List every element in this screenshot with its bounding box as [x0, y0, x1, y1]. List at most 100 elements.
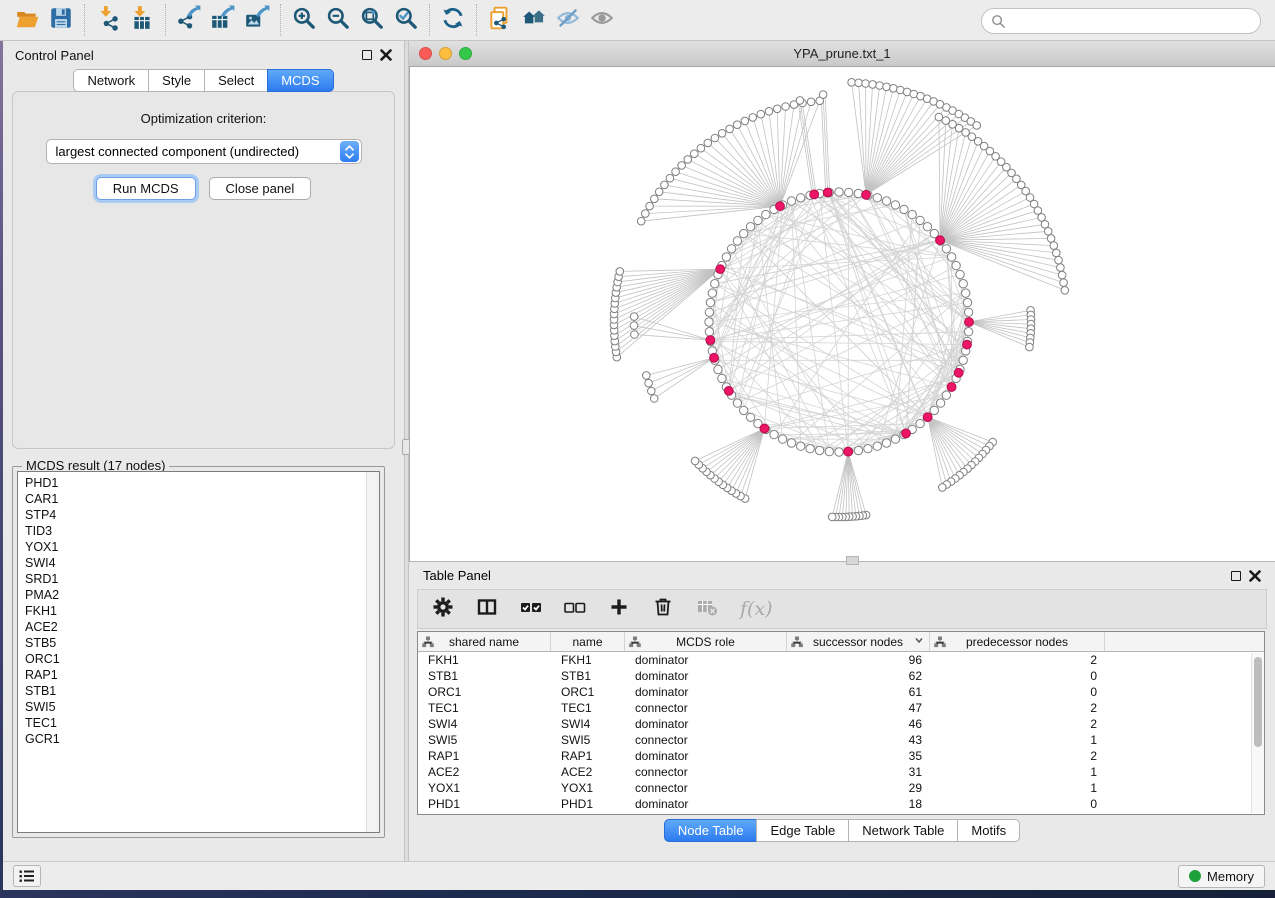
tab-mcds[interactable]: MCDS — [267, 69, 333, 92]
maximize-window-icon[interactable] — [459, 47, 472, 60]
table-cell: 1 — [930, 732, 1105, 748]
mcds-result-item[interactable]: SWI5 — [25, 699, 379, 715]
tab-network-table[interactable]: Network Table — [848, 819, 958, 842]
mcds-result-item[interactable]: ACE2 — [25, 619, 379, 635]
mcds-result-item[interactable]: RAP1 — [25, 667, 379, 683]
table-row[interactable]: SWI5SWI5connector431 — [418, 732, 1264, 748]
column-header-successor-nodes[interactable]: successor nodes — [787, 632, 930, 651]
hide-selected-button[interactable] — [551, 4, 585, 36]
zoom-fit-button[interactable] — [355, 4, 389, 36]
tab-network[interactable]: Network — [73, 69, 149, 92]
mcds-result-list[interactable]: PHD1CAR1STP4TID3YOX1SWI4SRD1PMA2FKH1ACE2… — [17, 471, 380, 833]
mcds-result-item[interactable]: ORC1 — [25, 651, 379, 667]
network-window: YPA_prune.txt_1 — [409, 41, 1275, 561]
task-history-button[interactable] — [13, 865, 41, 887]
column-header-predecessor-nodes[interactable]: predecessor nodes — [930, 632, 1105, 651]
table-row[interactable]: STB1STB1dominator620 — [418, 668, 1264, 684]
table-row[interactable]: YOX1YOX1connector291 — [418, 780, 1264, 796]
open-file-icon — [14, 5, 40, 36]
split-view-icon — [476, 596, 498, 623]
control-panel-title: Control Panel — [15, 48, 94, 63]
tab-node-table[interactable]: Node Table — [664, 819, 758, 842]
show-all-button[interactable] — [585, 4, 619, 36]
table-settings-button[interactable] — [432, 597, 454, 621]
mcds-result-item[interactable]: SRD1 — [25, 571, 379, 587]
export-table-button[interactable] — [206, 4, 240, 36]
table-scrollbar[interactable] — [1251, 653, 1264, 813]
close-window-icon[interactable] — [419, 47, 432, 60]
network-canvas[interactable] — [409, 67, 1275, 561]
minimize-window-icon[interactable] — [439, 47, 452, 60]
close-panel-icon[interactable] — [380, 49, 392, 61]
mcds-result-item[interactable]: PMA2 — [25, 587, 379, 603]
table-cell: connector — [625, 764, 787, 780]
table-row[interactable]: FKH1FKH1dominator962 — [418, 652, 1264, 668]
result-list-scrollbar[interactable] — [366, 472, 379, 832]
mcds-result-item[interactable]: FKH1 — [25, 603, 379, 619]
tab-select[interactable]: Select — [204, 69, 268, 92]
import-network-button[interactable] — [91, 4, 125, 36]
table-scrollbar-thumb[interactable] — [1254, 657, 1262, 747]
mcds-result-item[interactable]: SWI4 — [25, 555, 379, 571]
delete-column-button[interactable] — [652, 597, 674, 621]
save-session-button[interactable] — [44, 4, 78, 36]
unselect-all-rows-button[interactable] — [564, 597, 586, 621]
first-neighbors-button[interactable] — [517, 4, 551, 36]
table-row[interactable]: ACE2ACE2connector311 — [418, 764, 1264, 780]
mcds-result-item[interactable]: STB5 — [25, 635, 379, 651]
float-table-panel-icon[interactable] — [1231, 571, 1241, 581]
close-panel-button[interactable]: Close panel — [209, 177, 312, 200]
mcds-result-item[interactable]: GCR1 — [25, 731, 379, 747]
zoom-out-button[interactable] — [321, 4, 355, 36]
criterion-select[interactable]: largest connected component (undirected) — [46, 139, 362, 164]
table-row[interactable]: TEC1TEC1connector472 — [418, 700, 1264, 716]
mcds-result-item[interactable]: TEC1 — [25, 715, 379, 731]
column-header-shared-name[interactable]: shared name — [418, 632, 551, 651]
table-cell: 0 — [930, 684, 1105, 700]
network-titlebar[interactable]: YPA_prune.txt_1 — [409, 41, 1275, 67]
run-mcds-button[interactable]: Run MCDS — [96, 177, 196, 200]
function-builder-icon: f(x) — [740, 598, 773, 620]
new-network-from-selection-button[interactable] — [483, 4, 517, 36]
table-row[interactable]: RAP1RAP1dominator352 — [418, 748, 1264, 764]
float-panel-icon[interactable] — [362, 50, 372, 60]
mcds-result-item[interactable]: STP4 — [25, 507, 379, 523]
list-icon — [19, 869, 35, 883]
search-input[interactable] — [1006, 11, 1260, 31]
export-network-icon — [176, 5, 202, 36]
network-graph[interactable] — [410, 67, 1274, 561]
tab-edge-table[interactable]: Edge Table — [756, 819, 849, 842]
select-all-rows-button[interactable] — [520, 597, 542, 621]
attribute-type-icon — [934, 636, 946, 648]
export-image-button[interactable] — [240, 4, 274, 36]
close-table-panel-icon[interactable] — [1249, 570, 1261, 582]
mcds-result-item[interactable]: TID3 — [25, 523, 379, 539]
mcds-result-item[interactable]: YOX1 — [25, 539, 379, 555]
table-cell — [1105, 796, 1264, 812]
mcds-result-item[interactable]: STB1 — [25, 683, 379, 699]
tab-motifs[interactable]: Motifs — [957, 819, 1020, 842]
split-view-button[interactable] — [476, 597, 498, 621]
column-header-mcds-role[interactable]: MCDS role — [625, 632, 787, 651]
table-cell: connector — [625, 732, 787, 748]
zoom-in-button[interactable] — [287, 4, 321, 36]
table-row[interactable]: ORC1ORC1dominator610 — [418, 684, 1264, 700]
import-table-button[interactable] — [125, 4, 159, 36]
zoom-selected-button[interactable] — [389, 4, 423, 36]
add-column-button[interactable] — [608, 597, 630, 621]
search-box[interactable] — [981, 8, 1261, 34]
horizontal-splitter-grip[interactable] — [846, 556, 859, 565]
table-row[interactable]: PHD1PHD1dominator180 — [418, 796, 1264, 812]
table-row[interactable]: SWI4SWI4dominator462 — [418, 716, 1264, 732]
export-network-button[interactable] — [172, 4, 206, 36]
table-cell: dominator — [625, 716, 787, 732]
mcds-result-item[interactable]: CAR1 — [25, 491, 379, 507]
table-cell: ORC1 — [551, 684, 625, 700]
first-neighbors-icon — [521, 5, 547, 36]
column-header-name[interactable]: name — [551, 632, 625, 651]
tab-style[interactable]: Style — [148, 69, 205, 92]
memory-button[interactable]: Memory — [1178, 865, 1265, 888]
mcds-result-item[interactable]: PHD1 — [25, 475, 379, 491]
open-file-button[interactable] — [10, 4, 44, 36]
refresh-button[interactable] — [436, 4, 470, 36]
